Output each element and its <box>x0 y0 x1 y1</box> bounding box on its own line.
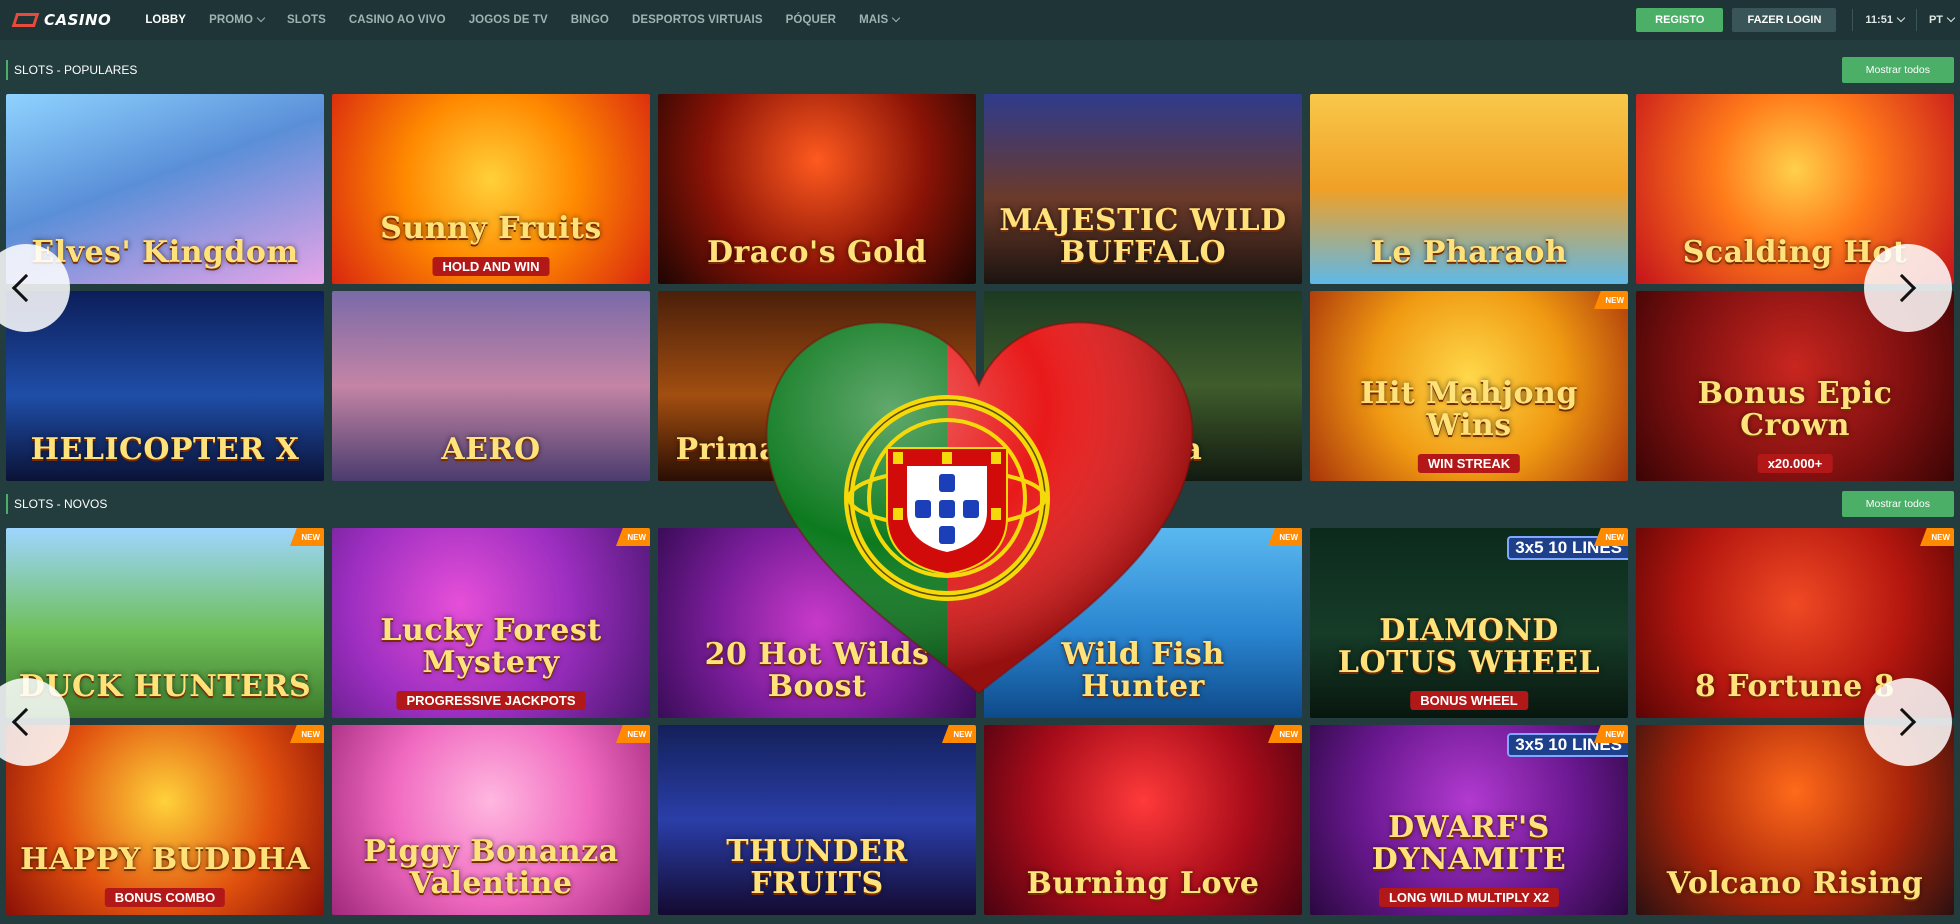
game-title: Bonus Epic Crown <box>1697 376 1893 443</box>
nav-item-label: CASINO AO VIVO <box>348 14 446 26</box>
section-header-popular: SLOTS - POPULARES Mostrar todos <box>6 56 1954 84</box>
game-title: Burning Love <box>1026 865 1260 901</box>
game-tile[interactable]: Le Pharaoh <box>1310 94 1628 284</box>
game-title: Lucky Forest Mystery <box>380 613 602 680</box>
chevron-down-icon <box>891 13 901 23</box>
logo-icon <box>11 11 40 29</box>
carousel-next-button[interactable] <box>1864 678 1952 766</box>
chevron-down-icon <box>256 13 266 23</box>
game-subtitle-banner: BONUS WHEEL <box>1410 691 1528 710</box>
game-subtitle-banner: PROGRESSIVE JACKPOTS <box>396 691 586 710</box>
nav-item-label: SLOTS <box>287 14 326 26</box>
section-title: SLOTS - POPULARES <box>14 63 138 77</box>
login-button[interactable]: FAZER LOGIN <box>1732 8 1837 32</box>
nav-item-label: DESPORTOS VIRTUAIS <box>631 14 763 26</box>
game-subtitle-banner: WIN STREAK <box>1417 454 1521 473</box>
chevron-down-icon <box>1946 13 1956 23</box>
game-title: THUNDER FRUITS <box>726 834 908 901</box>
game-title: DWARF'S DYNAMITE <box>1371 810 1567 877</box>
chevron-left-icon <box>11 707 41 737</box>
section-title: SLOTS - NOVOS <box>14 497 108 511</box>
chevron-right-icon <box>1887 273 1917 303</box>
portugal-flag-heart-icon <box>765 321 1194 695</box>
nav-item-label: MAIS <box>859 14 889 26</box>
logo-text: CASINO <box>44 11 112 29</box>
nav-item-desportos-virtuais[interactable]: DESPORTOS VIRTUAIS <box>632 14 763 26</box>
game-tile[interactable]: DIAMOND LOTUS WHEEL BONUS WHEEL 3x5 10 LIN… <box>1310 528 1628 718</box>
nav-item-label: PÓQUER <box>785 14 837 26</box>
game-subtitle-banner: HOLD AND WIN <box>432 257 550 276</box>
game-title: Hit Mahjong Wins <box>1360 376 1578 443</box>
game-title: Piggy Bonanza Valentine <box>363 834 619 901</box>
game-tile[interactable]: Hit Mahjong Wins WIN STREAK NEW <box>1310 291 1628 481</box>
nav-item-label: BINGO <box>570 14 609 26</box>
game-title: AERO <box>441 431 541 467</box>
section-accent-bar <box>6 494 8 514</box>
game-subtitle-banner: x20.000+ <box>1757 454 1833 473</box>
game-subtitle-banner: LONG WILD MULTIPLY X2 <box>1378 888 1560 907</box>
game-title: Volcano Rising <box>1666 865 1924 901</box>
game-tile[interactable]: AERO <box>332 291 650 481</box>
game-tile[interactable]: MAJESTIC WILD BUFFALO <box>984 94 1302 284</box>
game-tile[interactable]: Draco's Gold <box>658 94 976 284</box>
register-button[interactable]: REGISTO <box>1636 8 1724 32</box>
clock-time: 11:51 <box>1865 14 1893 26</box>
nav-item-jogos-de-tv[interactable]: JOGOS DE TV <box>469 14 548 26</box>
section-accent-bar <box>6 60 8 80</box>
nav-item-p-quer[interactable]: PÓQUER <box>786 14 836 26</box>
language-code: PT <box>1928 14 1943 26</box>
game-title: Le Pharaoh <box>1370 234 1568 270</box>
game-tile[interactable]: Lucky Forest Mystery PROGRESSIVE JACKPOTS… <box>332 528 650 718</box>
game-title: HELICOPTER X <box>30 431 300 467</box>
nav-item-mais[interactable]: MAIS <box>859 13 901 26</box>
game-tile[interactable]: Piggy Bonanza Valentine NEW <box>332 725 650 915</box>
nav-item-bingo[interactable]: BINGO <box>571 14 609 26</box>
chevron-left-icon <box>11 273 41 303</box>
nav-item-label: LOBBY <box>145 14 187 26</box>
nav-item-lobby[interactable]: LOBBY <box>145 14 186 26</box>
language-selector[interactable]: PT <box>1917 13 1960 26</box>
nav-item-casino-ao-vivo[interactable]: CASINO AO VIVO <box>349 14 446 26</box>
casino-logo[interactable]: CASINO <box>11 11 112 29</box>
chevron-down-icon <box>1896 13 1906 23</box>
main-nav: LOBBY PROMO SLOTS CASINO AO VIVO JOGOS DE TV… <box>145 0 922 40</box>
carousel-next-button[interactable] <box>1864 244 1952 332</box>
game-tile[interactable]: DWARF'S DYNAMITE LONG WILD MULTIPLY X2 3x5… <box>1310 725 1628 915</box>
game-title: MAJESTIC WILD BUFFALO <box>999 203 1287 270</box>
game-subtitle-banner: BONUS COMBO <box>104 888 226 907</box>
show-all-button[interactable]: Mostrar todos <box>1841 491 1954 517</box>
clock-dropdown[interactable]: 11:51 <box>1853 13 1916 26</box>
game-title: HAPPY BUDDHA <box>20 841 310 877</box>
account-controls: REGISTO FAZER LOGIN 11:51 PT <box>1636 0 1960 40</box>
game-tile[interactable]: THUNDER FRUITS NEW <box>658 725 976 915</box>
game-title: DIAMOND LOTUS WHEEL <box>1337 613 1601 680</box>
top-navigation-bar: CASINO LOBBY PROMO SLOTS CASINO AO VIVO JOGO… <box>0 0 1960 40</box>
show-all-button[interactable]: Mostrar todos <box>1841 57 1954 83</box>
nav-item-slots[interactable]: SLOTS <box>287 14 326 26</box>
nav-item-promo[interactable]: PROMO <box>209 13 266 26</box>
game-thumbnail <box>332 94 650 284</box>
game-title: Draco's Gold <box>706 234 928 270</box>
game-tile[interactable]: Burning Love NEW <box>984 725 1302 915</box>
game-title: Sunny Fruits <box>380 210 602 246</box>
nav-item-label: PROMO <box>209 14 254 26</box>
game-tile[interactable]: Sunny Fruits HOLD AND WIN <box>332 94 650 284</box>
nav-item-label: JOGOS DE TV <box>468 14 548 26</box>
chevron-right-icon <box>1887 707 1917 737</box>
